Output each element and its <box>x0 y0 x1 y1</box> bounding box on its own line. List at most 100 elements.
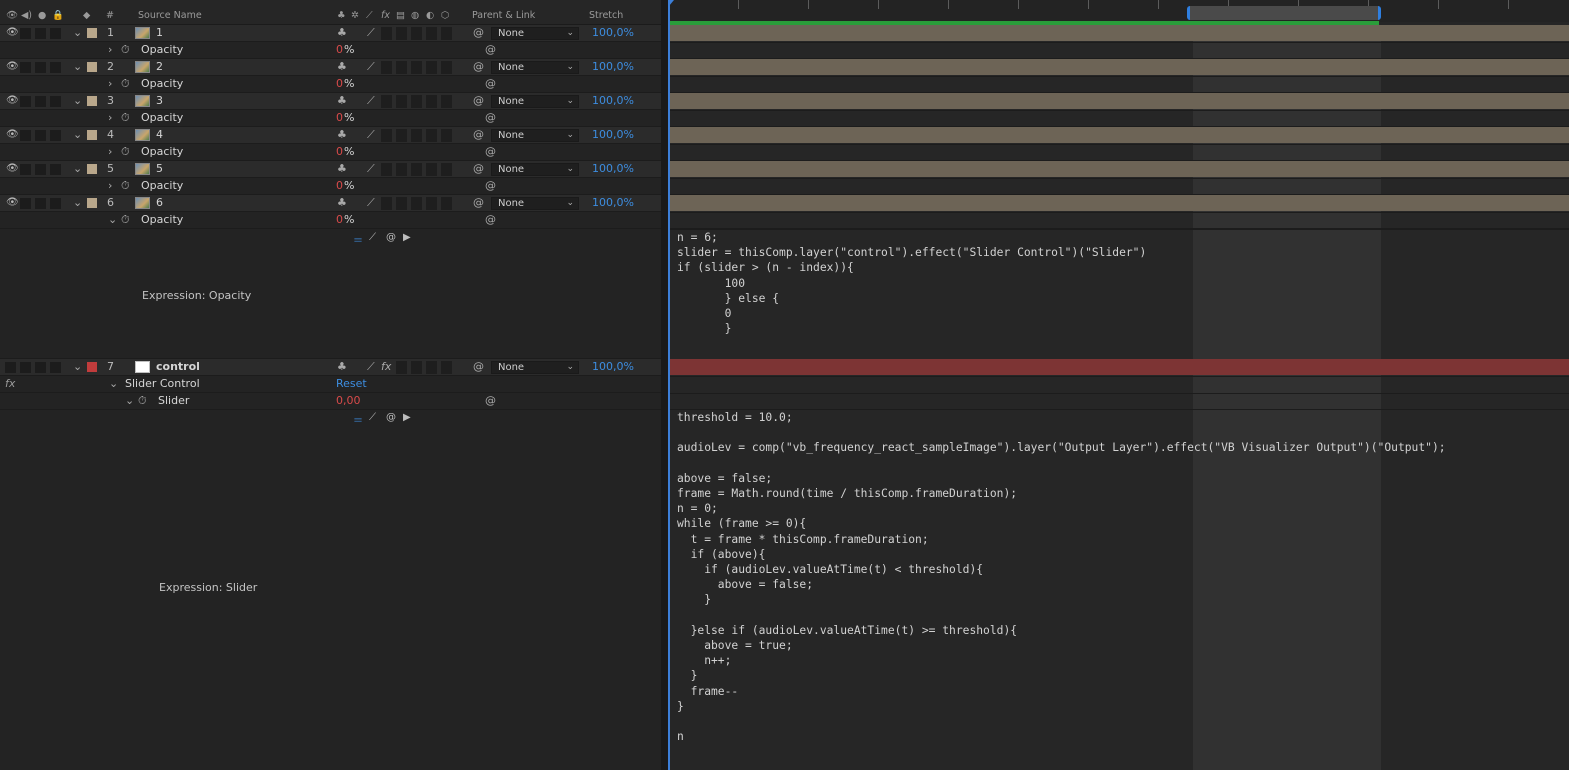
label-color-chip[interactable] <box>87 28 97 38</box>
label-color-chip[interactable] <box>87 362 97 372</box>
parent-dropdown[interactable]: None ⌄ <box>491 129 579 142</box>
video-switch[interactable] <box>5 362 16 373</box>
expand-chevron-icon[interactable]: ⌄ <box>73 93 82 109</box>
lock-switch[interactable] <box>50 164 61 175</box>
switch-slot[interactable] <box>426 27 437 40</box>
parent-dropdown[interactable]: None ⌄ <box>491 95 579 108</box>
layer-duration-bar[interactable] <box>668 59 1569 75</box>
property-row-opacity[interactable]: ⌄ ⏱ Opacity 0% @ <box>0 212 661 229</box>
current-time-indicator[interactable] <box>668 0 674 770</box>
switch-slot[interactable] <box>381 197 392 210</box>
audio-switch[interactable] <box>20 28 31 39</box>
expression-enable-icon[interactable]: ＝ <box>353 412 363 427</box>
collapse-switch-icon[interactable]: ✲ <box>351 10 359 21</box>
quality-icon[interactable]: ⟋ <box>367 59 375 75</box>
expand-chevron-icon[interactable]: ⌄ <box>73 359 82 375</box>
quality-icon[interactable]: ⟋ <box>367 359 375 375</box>
stretch-value[interactable]: 100,0% <box>592 359 634 375</box>
collapse-chevron-icon[interactable]: ⌄ <box>109 376 118 392</box>
expression-pickwhip-icon[interactable]: @ <box>485 212 496 228</box>
layer-name[interactable]: 2 <box>156 59 163 75</box>
expression-pickwhip-icon[interactable]: @ <box>386 412 396 423</box>
lock-switch[interactable] <box>50 198 61 209</box>
frame-blend-icon[interactable]: ▤ <box>396 10 405 21</box>
quality-icon[interactable]: ⟋ <box>367 195 375 211</box>
switch-slot[interactable] <box>441 361 452 374</box>
shy-icon[interactable]: ♣ <box>337 25 347 41</box>
time-navigator-range[interactable] <box>1187 6 1381 20</box>
effects-switch-icon[interactable]: fx <box>381 10 390 21</box>
switch-slot[interactable] <box>426 61 437 74</box>
shy-icon[interactable]: ♣ <box>337 93 347 109</box>
expression-pickwhip-icon[interactable]: @ <box>485 76 496 92</box>
switch-slot[interactable] <box>426 129 437 142</box>
opacity-value[interactable]: 0 <box>336 178 343 194</box>
eye-icon[interactable]: 👁 <box>6 93 19 109</box>
quality-icon[interactable]: ⟋ <box>367 127 375 143</box>
layer-name[interactable]: 3 <box>156 93 163 109</box>
solo-switch[interactable] <box>35 96 46 107</box>
switch-slot[interactable] <box>441 27 452 40</box>
expand-chevron-icon[interactable]: ⌄ <box>73 127 82 143</box>
switch-slot[interactable] <box>381 129 392 142</box>
switch-slot[interactable] <box>441 95 452 108</box>
effect-row-slider-control[interactable]: fx ⌄ Slider Control Reset <box>0 376 661 393</box>
lock-switch[interactable] <box>50 362 61 373</box>
effects-toggle-icon[interactable]: fx <box>381 359 391 375</box>
collapse-chevron-icon[interactable]: ⌄ <box>108 212 117 228</box>
layer-row-2[interactable]: 👁 ⌄ 2 2 ♣ ⟋ @ None ⌄ 100,0% <box>0 59 661 76</box>
stopwatch-icon[interactable]: ⏱ <box>121 144 130 160</box>
solo-switch[interactable] <box>35 130 46 141</box>
switch-slot[interactable] <box>426 95 437 108</box>
shy-switch-icon[interactable]: ♣ <box>337 10 346 21</box>
opacity-value[interactable]: 0 <box>336 42 343 58</box>
stopwatch-icon[interactable]: ⏱ <box>121 76 130 92</box>
layer-name[interactable]: 5 <box>156 161 163 177</box>
switch-slot[interactable] <box>426 361 437 374</box>
lock-switch[interactable] <box>50 28 61 39</box>
expand-chevron-icon[interactable]: › <box>108 110 112 126</box>
parent-pickwhip-icon[interactable]: @ <box>473 161 484 177</box>
parent-pickwhip-icon[interactable]: @ <box>473 93 484 109</box>
time-ruler[interactable] <box>668 0 1569 22</box>
switch-slot[interactable] <box>381 95 392 108</box>
stretch-value[interactable]: 100,0% <box>592 59 634 75</box>
property-row-opacity[interactable]: › ⏱ Opacity 0% @ <box>0 144 661 161</box>
slider-value[interactable]: 0,00 <box>336 393 361 409</box>
switch-slot[interactable] <box>441 61 452 74</box>
switch-slot[interactable] <box>396 129 407 142</box>
expression-pickwhip-icon[interactable]: @ <box>485 178 496 194</box>
lock-switch[interactable] <box>50 130 61 141</box>
video-toggle-icon[interactable]: 👁 <box>6 10 18 21</box>
layer-name[interactable]: control <box>156 359 200 375</box>
stretch-column-header[interactable]: Stretch <box>589 10 623 21</box>
expand-chevron-icon[interactable]: › <box>108 42 112 58</box>
switch-slot[interactable] <box>411 95 422 108</box>
stopwatch-icon[interactable]: ⏱ <box>138 393 147 409</box>
lock-switch[interactable] <box>50 62 61 73</box>
layer-name[interactable]: 1 <box>156 25 163 41</box>
switch-slot[interactable] <box>426 163 437 176</box>
switch-slot[interactable] <box>396 163 407 176</box>
audio-toggle-icon[interactable]: ◀) <box>21 10 32 21</box>
quality-switch-icon[interactable]: ⟋ <box>366 10 373 21</box>
eye-icon[interactable]: 👁 <box>6 195 19 211</box>
switch-slot[interactable] <box>426 197 437 210</box>
quality-icon[interactable]: ⟋ <box>367 93 375 109</box>
label-tag-icon[interactable]: ◆ <box>83 10 90 21</box>
opacity-value[interactable]: 0 <box>336 212 343 228</box>
switch-slot[interactable] <box>441 129 452 142</box>
stopwatch-icon[interactable]: ⏱ <box>121 212 130 228</box>
label-color-chip[interactable] <box>87 62 97 72</box>
stopwatch-icon[interactable]: ⏱ <box>121 110 130 126</box>
shy-icon[interactable]: ♣ <box>337 161 347 177</box>
switch-slot[interactable] <box>396 27 407 40</box>
lock-switch[interactable] <box>50 96 61 107</box>
layer-duration-bar[interactable] <box>668 25 1569 41</box>
expand-chevron-icon[interactable]: ⌄ <box>73 25 82 41</box>
label-color-chip[interactable] <box>87 198 97 208</box>
expand-chevron-icon[interactable]: ⌄ <box>73 59 82 75</box>
property-row-slider[interactable]: ⌄ ⏱ Slider 0,00 @ <box>0 393 661 410</box>
expand-chevron-icon[interactable]: › <box>108 76 112 92</box>
audio-switch[interactable] <box>20 198 31 209</box>
